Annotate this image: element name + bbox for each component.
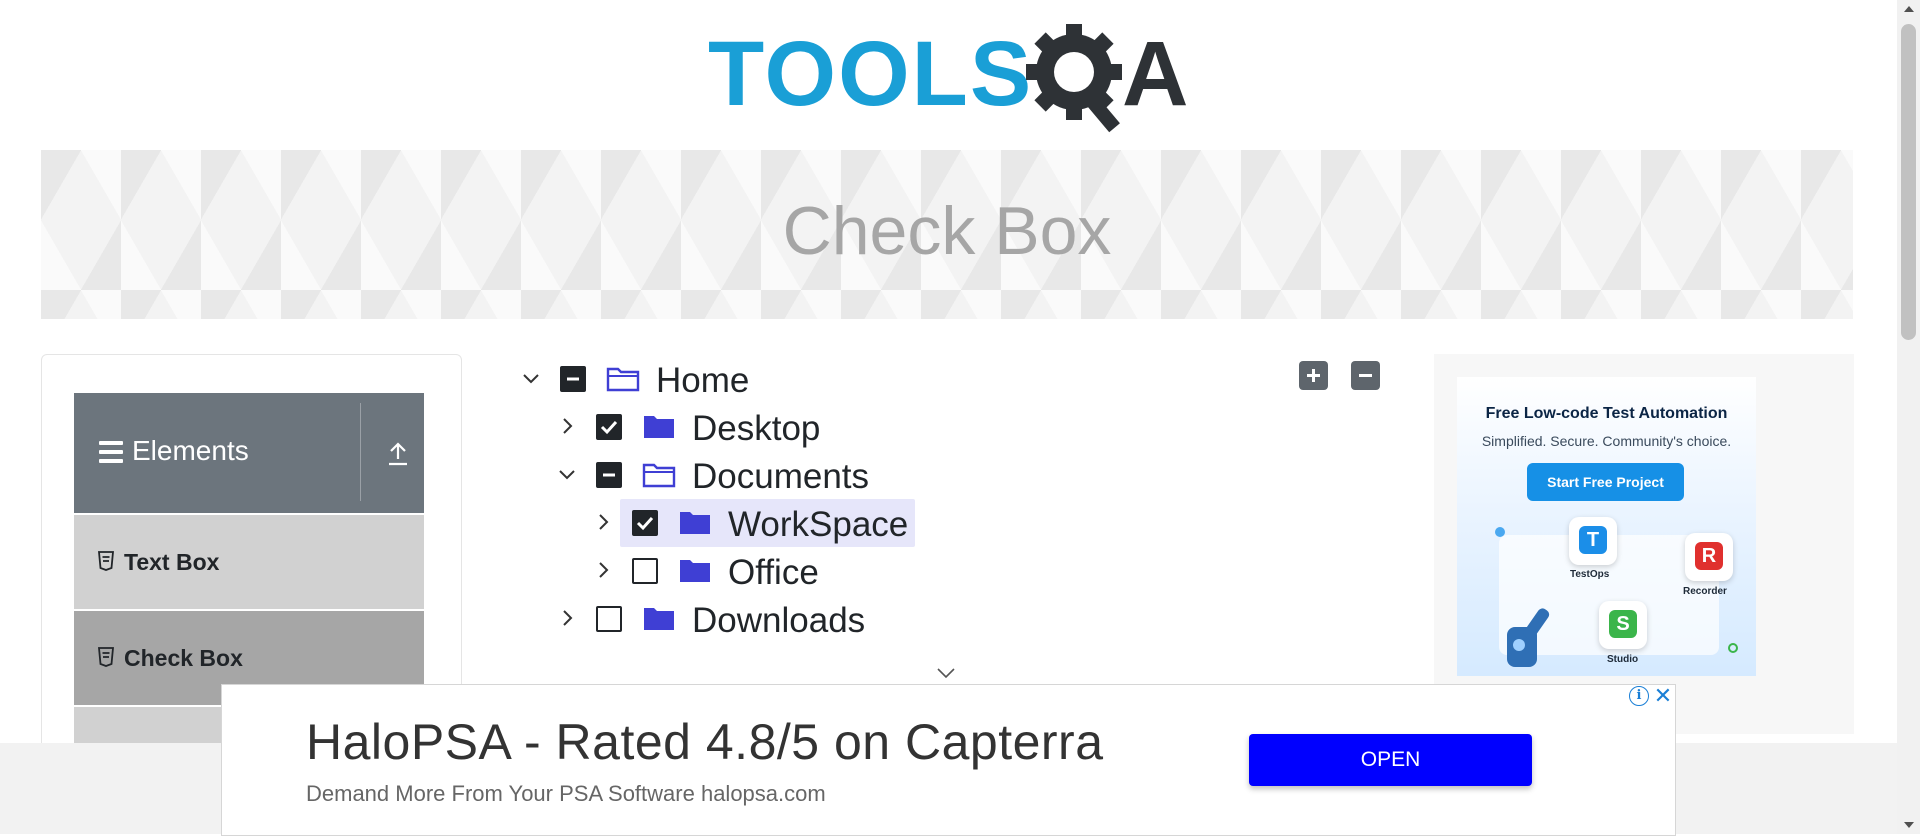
logo-suffix: A bbox=[1122, 23, 1189, 125]
html5-icon bbox=[98, 647, 114, 667]
sidebar-item-text-box[interactable]: Text Box bbox=[74, 513, 424, 609]
ad-tile-label: Studio bbox=[1607, 654, 1639, 665]
ad-headline[interactable]: HaloPSA - Rated 4.8/5 on Capterra bbox=[306, 713, 1104, 771]
expand-all-button[interactable] bbox=[1299, 361, 1328, 390]
gear-magnifier-icon bbox=[1026, 24, 1122, 133]
ad-subtitle: Simplified. Secure. Community's choice. bbox=[1481, 433, 1732, 449]
sidebar-item-label: Check Box bbox=[124, 645, 243, 671]
folder-icon bbox=[680, 560, 710, 582]
folder-icon bbox=[644, 608, 674, 630]
ad-cta-button[interactable]: Start Free Project bbox=[1527, 463, 1684, 501]
studio-tile: S bbox=[1599, 601, 1647, 649]
folder-open-icon bbox=[642, 463, 676, 488]
upload-icon[interactable] bbox=[386, 441, 410, 467]
ad-info-icon[interactable]: i bbox=[1629, 686, 1649, 706]
collapse-all-button[interactable] bbox=[1351, 361, 1380, 390]
minus-icon bbox=[1359, 374, 1372, 377]
ad-subtext[interactable]: Demand More From Your PSA Software halop… bbox=[306, 781, 826, 807]
ad-tile-label: TestOps bbox=[1570, 569, 1610, 580]
recorder-tile: R bbox=[1685, 533, 1733, 581]
checkbox-checked[interactable] bbox=[596, 414, 622, 440]
plus-icon bbox=[1307, 369, 1320, 382]
tree-node-label: Office bbox=[728, 553, 819, 592]
tree-node-label: Downloads bbox=[692, 601, 866, 640]
decor-dot bbox=[1495, 527, 1505, 537]
folder-icon bbox=[644, 416, 674, 438]
toolsqa-logo[interactable]: TOOLS A bbox=[708, 22, 1194, 134]
chevron-down-icon[interactable] bbox=[936, 666, 956, 680]
decor-ring bbox=[1728, 643, 1738, 653]
chevron-right-icon[interactable] bbox=[592, 511, 614, 533]
side-ad-katalon[interactable]: Free Low-code Test Automation Simplified… bbox=[1457, 377, 1756, 676]
scroll-up-icon[interactable] bbox=[1904, 6, 1914, 12]
ad-tile-label: Recorder bbox=[1683, 586, 1727, 597]
testops-tile: T bbox=[1569, 517, 1617, 565]
tree-node-label: Documents bbox=[692, 457, 870, 496]
scroll-down-icon[interactable] bbox=[1904, 822, 1914, 828]
checkbox-unchecked[interactable] bbox=[632, 558, 658, 584]
ad-open-button[interactable]: OPEN bbox=[1249, 734, 1532, 786]
logo-text: TOOLS bbox=[708, 23, 1034, 125]
ad-title: Free Low-code Test Automation bbox=[1485, 405, 1728, 422]
divider bbox=[360, 403, 361, 501]
close-icon[interactable]: ✕ bbox=[1652, 685, 1674, 707]
checkbox-half[interactable] bbox=[560, 366, 586, 392]
sidebar-group-elements[interactable]: Elements bbox=[74, 393, 424, 513]
sidebar-item-label: Text Box bbox=[124, 549, 220, 575]
hamburger-icon bbox=[99, 441, 123, 463]
tree-node-label: WorkSpace bbox=[728, 505, 909, 544]
tree-node-label: Desktop bbox=[692, 409, 821, 448]
chevron-right-icon[interactable] bbox=[556, 607, 578, 629]
folder-icon bbox=[680, 512, 710, 534]
page-title: Check Box bbox=[782, 193, 1112, 269]
chevron-down-icon[interactable] bbox=[556, 463, 578, 485]
bottom-ad-banner[interactable]: HaloPSA - Rated 4.8/5 on Capterra Demand… bbox=[221, 684, 1676, 836]
tree-node-label: Home bbox=[656, 361, 750, 400]
chevron-down-icon[interactable] bbox=[520, 367, 542, 389]
sidebar-group-label: Elements bbox=[132, 435, 249, 466]
html5-icon bbox=[98, 551, 114, 571]
scrollbar-thumb[interactable] bbox=[1901, 24, 1916, 340]
folder-open-icon bbox=[606, 367, 640, 392]
checkbox-unchecked[interactable] bbox=[596, 606, 622, 632]
chevron-right-icon[interactable] bbox=[556, 415, 578, 437]
checkbox-checked[interactable] bbox=[632, 510, 658, 536]
robot-arm-icon bbox=[1507, 608, 1550, 667]
chevron-right-icon[interactable] bbox=[592, 559, 614, 581]
page-scrollbar[interactable] bbox=[1897, 0, 1920, 834]
page-banner: Check Box bbox=[41, 150, 1853, 319]
checkbox-half[interactable] bbox=[596, 462, 622, 488]
